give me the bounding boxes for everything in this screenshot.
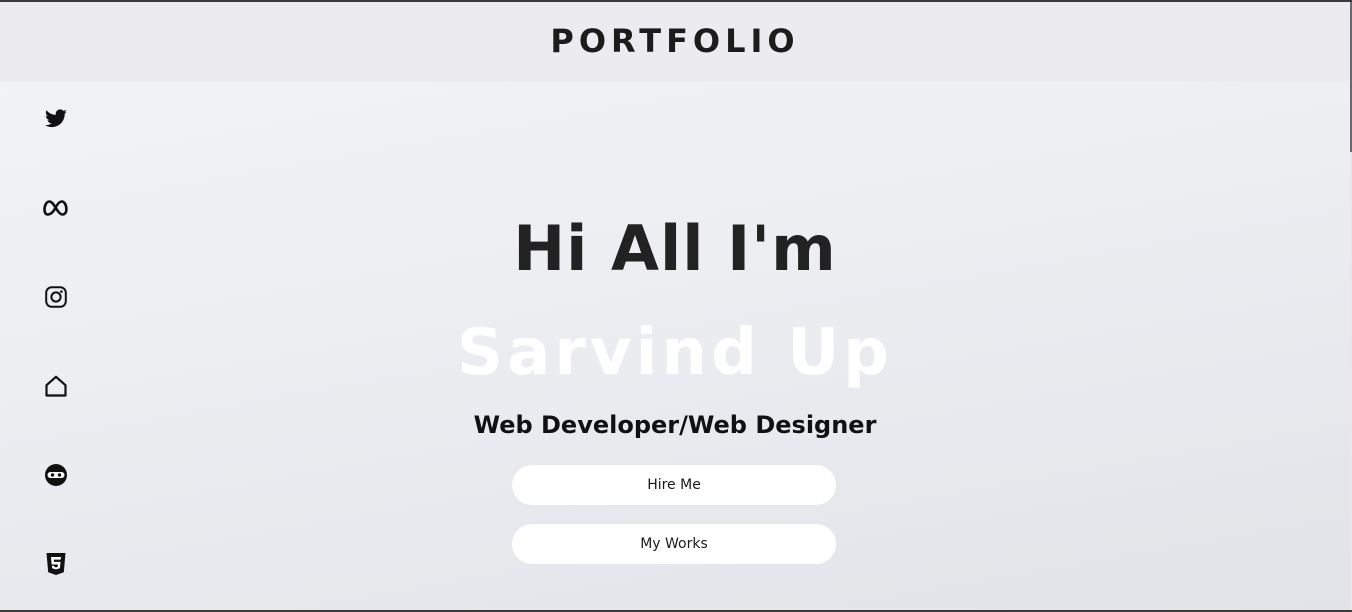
page: PORTFOLIO Hi All I'm Sarvind Up Web Deve… bbox=[0, 0, 1352, 612]
social-link-twitter[interactable] bbox=[42, 105, 70, 133]
site-brand[interactable]: PORTFOLIO bbox=[550, 22, 799, 60]
my-works-button[interactable]: My Works bbox=[512, 524, 836, 564]
social-link-ninja[interactable] bbox=[42, 461, 70, 489]
ninja-icon bbox=[44, 463, 68, 487]
hero-role: Web Developer/Web Designer bbox=[473, 411, 877, 439]
twitter-icon bbox=[44, 107, 68, 131]
social-link-instagram[interactable] bbox=[42, 283, 70, 311]
html5-icon bbox=[45, 552, 67, 576]
hire-me-button[interactable]: Hire Me bbox=[512, 465, 836, 505]
hero-name: Sarvind Up bbox=[457, 316, 893, 390]
site-header: PORTFOLIO bbox=[0, 2, 1350, 82]
instagram-icon bbox=[45, 286, 67, 308]
hero-greeting: Hi All I'm bbox=[513, 212, 837, 285]
social-link-html5[interactable] bbox=[42, 550, 70, 578]
